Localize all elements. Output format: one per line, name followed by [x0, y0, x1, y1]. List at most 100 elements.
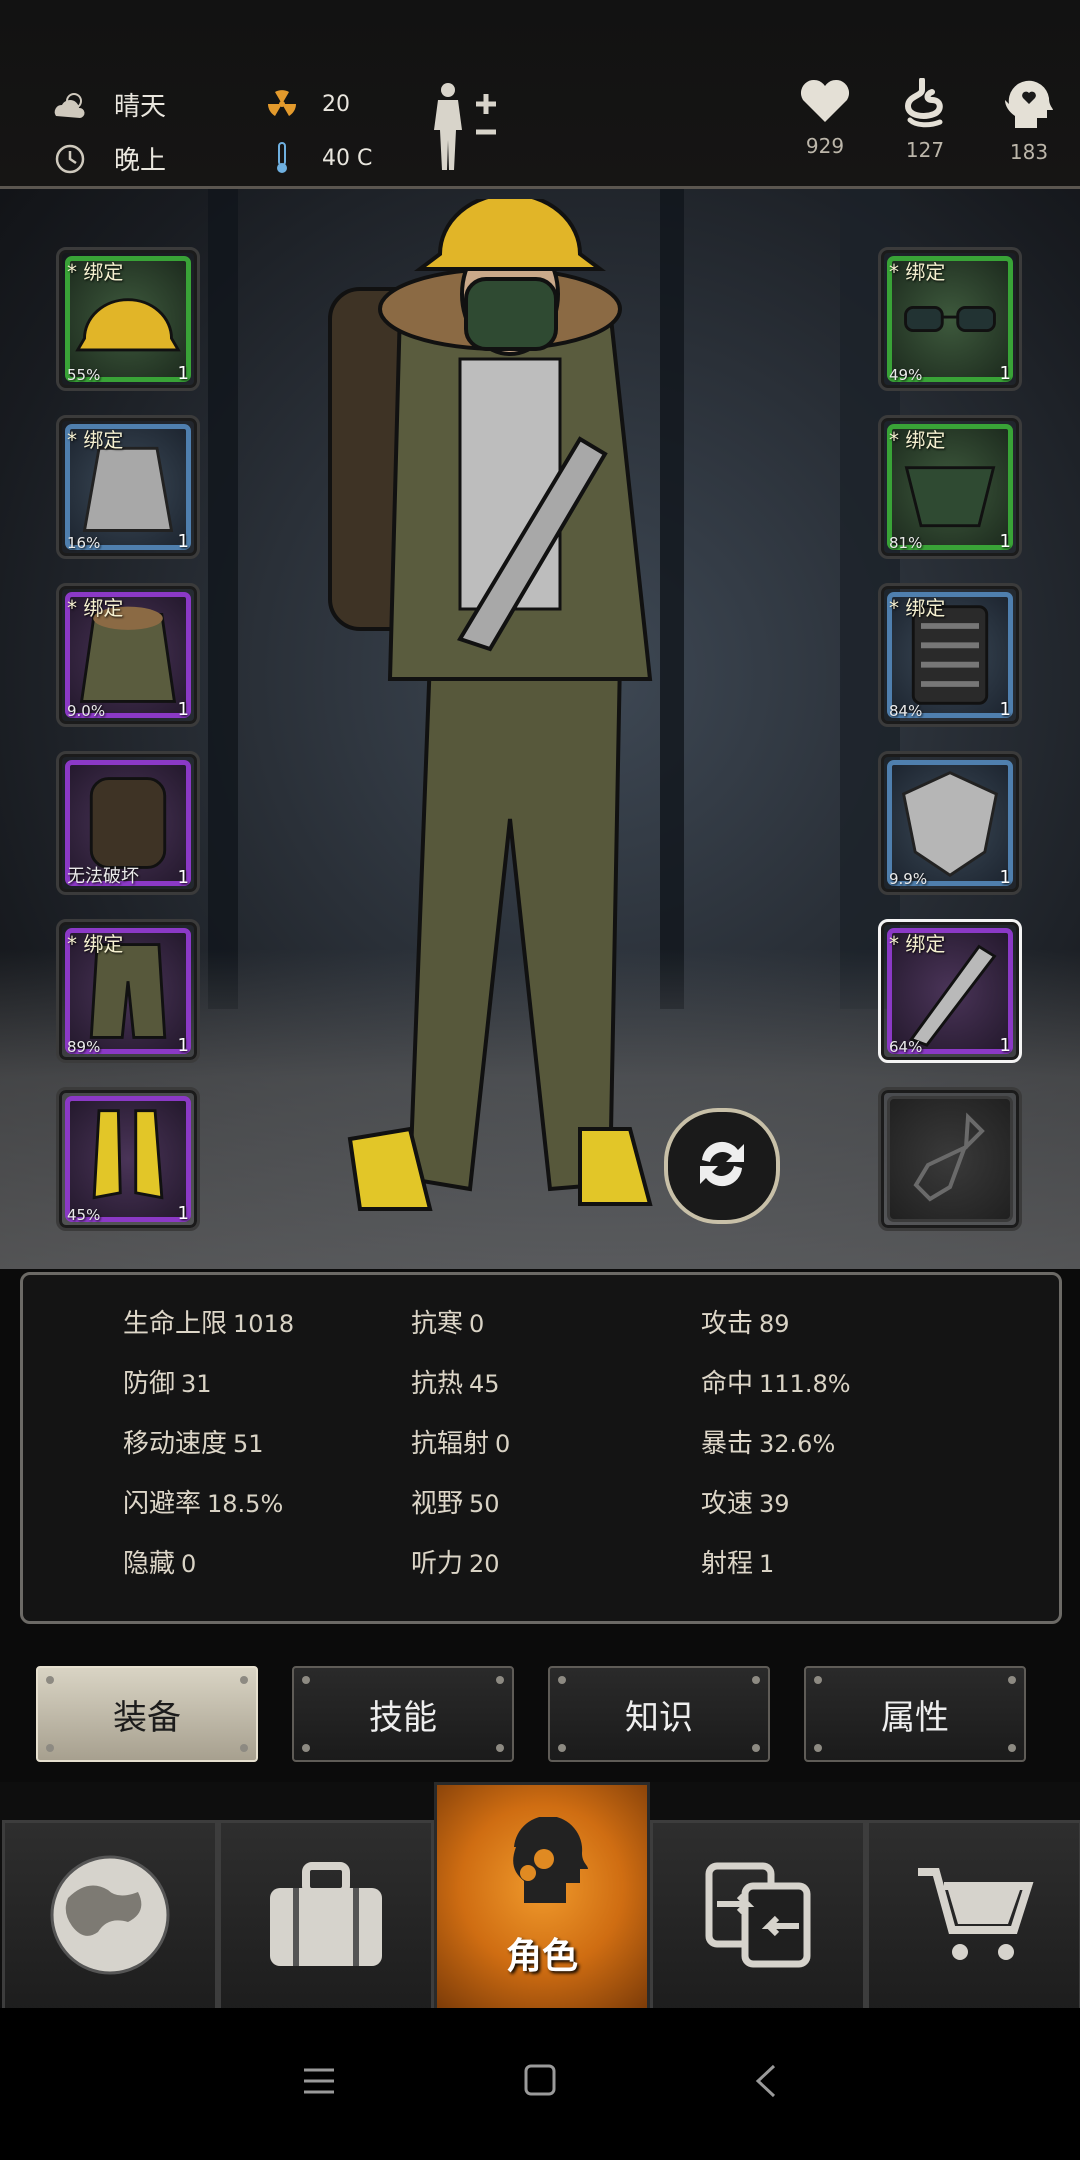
character-stats-panel: 生命上限 1018 防御 31 移动速度 51 闪避率 18.5% 隐藏 0 抗寒 0 抗热… [20, 1272, 1062, 1624]
tab-label: 知识 [625, 1697, 693, 1738]
system-navigation-bar [0, 2008, 1080, 2160]
hunger-vital: 127 [880, 77, 970, 162]
character-scene: * 绑定 55% 1 * 绑定 16% 1 * 绑定 9.0% 1 无法破坏 1… [0, 189, 1080, 1269]
stat-label: 命中 [701, 1369, 754, 1399]
durability: 16% [67, 534, 101, 552]
stat-label: 闪避率 [123, 1489, 202, 1519]
stat-label: 暴击 [701, 1429, 754, 1459]
durability: 81% [889, 534, 923, 552]
durability: 45% [67, 1206, 101, 1224]
health-value: 929 [805, 134, 845, 158]
quantity: 1 [177, 699, 189, 720]
equip-slot-throwable-empty[interactable] [878, 1087, 1022, 1231]
equip-slot-shirt[interactable]: * 绑定 16% 1 [56, 415, 200, 559]
stat-label: 防御 [123, 1369, 176, 1399]
weather-status: 晴天 [52, 86, 166, 123]
equip-slot-vest[interactable]: * 绑定 84% 1 [878, 583, 1022, 727]
bound-tag: * 绑定 [889, 260, 946, 284]
durability: 无法破坏 [67, 866, 139, 887]
bottle-icon [913, 1112, 985, 1202]
clock-icon [52, 141, 88, 177]
quantity: 1 [177, 363, 189, 384]
boots-icon [92, 1109, 164, 1200]
radiation-value: 20 [322, 91, 350, 117]
tab-label: 属性 [881, 1697, 949, 1738]
bound-tag: * 绑定 [67, 596, 124, 620]
tab-attributes[interactable]: 属性 [804, 1666, 1026, 1762]
body-plus-minus-icon [428, 83, 500, 176]
tab-knowledge[interactable]: 知识 [548, 1666, 770, 1762]
stat-attack-speed: 攻速 39 [701, 1483, 790, 1520]
durability: 9.0% [67, 702, 106, 720]
body-status-button[interactable] [428, 80, 500, 176]
bound-tag: * 绑定 [889, 428, 946, 452]
stat-value: 39 [759, 1490, 790, 1518]
nav-inventory[interactable] [218, 1820, 434, 2014]
stat-defense: 防御 31 [123, 1363, 212, 1400]
menu-icon[interactable] [302, 2066, 336, 2100]
tab-skills[interactable]: 技能 [292, 1666, 514, 1762]
cart-icon [914, 1860, 1034, 1974]
home-icon[interactable] [524, 2064, 556, 2100]
equip-slot-shield[interactable]: 9.9% 1 [878, 751, 1022, 895]
partly-cloudy-icon [52, 87, 88, 123]
stat-label: 抗辐射 [411, 1429, 490, 1459]
quantity: 1 [999, 699, 1011, 720]
equip-slot-head[interactable]: * 绑定 55% 1 [56, 247, 200, 391]
stat-value: 1 [759, 1550, 775, 1578]
bound-tag: * 绑定 [67, 932, 124, 956]
trade-icon [703, 1860, 813, 1974]
stat-value: 45 [469, 1370, 500, 1398]
stat-label: 听力 [411, 1549, 464, 1579]
stat-crit: 暴击 32.6% [701, 1423, 835, 1460]
stat-value: 111.8% [759, 1370, 851, 1398]
swap-weapon-button[interactable] [664, 1108, 780, 1224]
background-pillar [208, 189, 238, 1009]
stat-label: 抗寒 [411, 1309, 464, 1339]
equip-slot-glasses[interactable]: * 绑定 49% 1 [878, 247, 1022, 391]
stat-value: 32.6% [759, 1430, 836, 1458]
stat-value: 0 [469, 1310, 485, 1338]
stat-dodge: 闪避率 18.5% [123, 1483, 283, 1520]
equip-slot-mask[interactable]: * 绑定 81% 1 [878, 415, 1022, 559]
quantity: 1 [177, 867, 189, 888]
stat-accuracy: 命中 111.8% [701, 1363, 851, 1400]
back-icon[interactable] [754, 2064, 778, 2102]
stat-label: 隐藏 [123, 1549, 176, 1579]
nav-character[interactable]: 角色 [434, 1782, 650, 2014]
stat-value: 20 [469, 1550, 500, 1578]
nav-shop[interactable] [866, 1820, 1080, 2014]
stat-label: 攻击 [701, 1309, 754, 1339]
equip-slot-jacket[interactable]: * 绑定 9.0% 1 [56, 583, 200, 727]
stat-move-speed: 移动速度 51 [123, 1423, 264, 1460]
globe-icon [48, 1853, 172, 1981]
shield-icon [901, 771, 999, 877]
stat-max-hp: 生命上限 1018 [123, 1303, 294, 1340]
stat-value: 18.5% [207, 1490, 284, 1518]
stat-heat-resist: 抗热 45 [411, 1363, 500, 1400]
equip-slot-backpack[interactable]: 无法破坏 1 [56, 751, 200, 895]
quantity: 1 [999, 531, 1011, 552]
stat-radiation-resist: 抗辐射 0 [411, 1423, 510, 1460]
stat-label: 抗热 [411, 1369, 464, 1399]
equip-slot-weapon[interactable]: * 绑定 64% 1 [878, 919, 1022, 1063]
tab-equipment[interactable]: 装备 [36, 1666, 258, 1762]
stat-value: 31 [181, 1370, 212, 1398]
hunger-value: 127 [905, 138, 945, 162]
nav-trade[interactable] [650, 1820, 866, 2014]
character-head-icon [494, 1815, 590, 1921]
nav-world-map[interactable] [2, 1820, 218, 2014]
tab-label: 装备 [113, 1697, 181, 1738]
stat-label: 移动速度 [123, 1429, 228, 1459]
stat-attack: 攻击 89 [701, 1303, 790, 1340]
character-figure [328, 199, 653, 1211]
stat-label: 攻速 [701, 1489, 754, 1519]
time-status: 晚上 [52, 140, 166, 177]
time-of-day-label: 晚上 [114, 146, 167, 176]
health-vital: 929 [780, 78, 870, 158]
equip-slot-boots[interactable]: 45% 1 [56, 1087, 200, 1231]
equip-slot-pants[interactable]: * 绑定 89% 1 [56, 919, 200, 1063]
durability: 64% [889, 1038, 923, 1056]
bottom-navigation: 角色 [0, 1782, 1080, 2014]
quantity: 1 [177, 531, 189, 552]
